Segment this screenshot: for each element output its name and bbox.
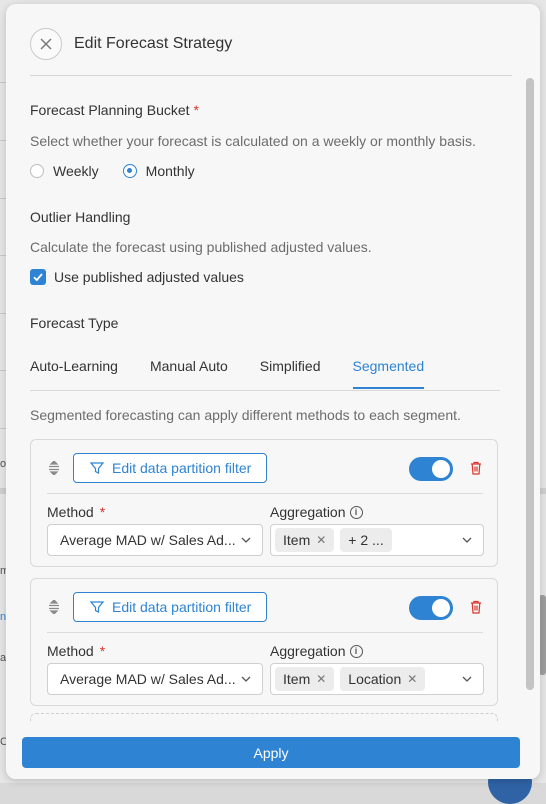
aggregation-label: Aggregation	[270, 504, 346, 520]
method-label: Method	[47, 504, 94, 520]
chevron-down-icon	[241, 537, 251, 543]
dialog-scrollbar[interactable]	[526, 78, 534, 690]
method-select[interactable]: Average MAD w/ Sales Ad...	[47, 524, 263, 556]
planning-bucket-label: Forecast Planning Bucket	[30, 102, 190, 118]
published-values-checkbox-row: Use published adjusted values	[30, 269, 268, 285]
segmented-description: Segmented forecasting can apply differen…	[30, 407, 461, 423]
header-divider	[30, 75, 512, 76]
trash-icon	[471, 461, 481, 475]
published-values-checkbox[interactable]	[30, 269, 46, 285]
chevron-down-icon	[462, 676, 472, 682]
method-value: Average MAD w/ Sales Ad...	[60, 671, 236, 687]
drag-handle-icon[interactable]	[48, 599, 60, 616]
filter-icon	[90, 601, 104, 613]
edit-partition-filter-button[interactable]: Edit data partition filter	[73, 592, 267, 622]
trash-icon	[471, 600, 481, 614]
segment-enabled-toggle[interactable]	[409, 457, 453, 481]
outlier-handling-description: Calculate the forecast using published a…	[30, 239, 372, 255]
dialog-footer: Apply	[6, 722, 540, 779]
remove-chip-icon[interactable]: ✕	[316, 533, 326, 547]
planning-bucket-radio-group: Weekly Monthly	[30, 163, 219, 179]
method-label-group: Method *	[47, 643, 105, 659]
tab-manual-auto[interactable]: Manual Auto	[150, 348, 228, 389]
tab-simplified[interactable]: Simplified	[260, 348, 321, 389]
segment-divider	[47, 632, 483, 633]
aggregation-label: Aggregation	[270, 643, 346, 659]
segment-card: Edit data partition filter Method * Aggre…	[30, 578, 498, 706]
edit-forecast-strategy-dialog: Edit Forecast Strategy Forecast Planning…	[6, 4, 540, 779]
dialog-header: Edit Forecast Strategy	[30, 26, 232, 62]
required-mark: *	[99, 643, 106, 659]
planning-bucket-description: Select whether your forecast is calculat…	[30, 133, 476, 149]
forecast-type-title: Forecast Type	[30, 315, 119, 331]
filter-icon	[90, 462, 104, 474]
remove-chip-icon[interactable]: ✕	[407, 672, 417, 686]
apply-button[interactable]: Apply	[22, 737, 520, 768]
chevron-down-icon	[241, 676, 251, 682]
check-icon	[33, 273, 43, 282]
aggregation-chip: Item ✕	[275, 528, 335, 552]
close-icon	[40, 38, 52, 50]
edit-partition-filter-label: Edit data partition filter	[112, 599, 252, 615]
aggregation-select[interactable]: Item ✕ + 2 ...	[270, 524, 484, 556]
aggregation-more-chip[interactable]: + 2 ...	[340, 528, 392, 552]
required-mark: *	[193, 102, 199, 118]
tab-auto-learning[interactable]: Auto-Learning	[30, 348, 118, 389]
segment-divider	[47, 493, 483, 494]
aggregation-more-label: + 2 ...	[348, 532, 384, 548]
aggregation-chip: Item ✕	[275, 667, 335, 691]
aggregation-chip-label: Item	[283, 532, 311, 548]
radio-weekly-label[interactable]: Weekly	[53, 163, 99, 179]
delete-segment-button[interactable]	[470, 461, 482, 480]
bg-scrollbar[interactable]	[539, 595, 546, 675]
method-select[interactable]: Average MAD w/ Sales Ad...	[47, 663, 263, 695]
aggregation-label-group: Aggregation i	[270, 504, 363, 520]
required-mark: *	[99, 504, 106, 520]
aggregation-select[interactable]: Item ✕ Location ✕	[270, 663, 484, 695]
segment-enabled-toggle[interactable]	[409, 596, 453, 620]
close-button[interactable]	[30, 28, 62, 60]
aggregation-label-group: Aggregation i	[270, 643, 363, 659]
published-values-label[interactable]: Use published adjusted values	[54, 269, 244, 285]
delete-segment-button[interactable]	[470, 600, 482, 619]
info-icon[interactable]: i	[349, 505, 363, 519]
forecast-type-tabs: Auto-Learning Manual Auto Simplified Seg…	[30, 348, 500, 391]
radio-monthly[interactable]	[122, 164, 137, 178]
chevron-down-icon	[462, 537, 472, 543]
method-value: Average MAD w/ Sales Ad...	[60, 532, 236, 548]
aggregation-chip-label: Item	[283, 671, 311, 687]
method-label-group: Method *	[47, 504, 105, 520]
planning-bucket-title: Forecast Planning Bucket *	[30, 102, 199, 118]
radio-weekly[interactable]	[30, 164, 44, 178]
aggregation-chip: Location ✕	[340, 667, 426, 691]
dialog-title: Edit Forecast Strategy	[74, 35, 233, 52]
edit-partition-filter-label: Edit data partition filter	[112, 460, 252, 476]
segment-card: Edit data partition filter Method * Aggre…	[30, 439, 498, 567]
tab-segmented[interactable]: Segmented	[352, 348, 424, 389]
info-icon[interactable]: i	[349, 644, 363, 658]
edit-partition-filter-button[interactable]: Edit data partition filter	[73, 453, 267, 483]
drag-handle-icon[interactable]	[48, 460, 60, 477]
radio-monthly-label[interactable]: Monthly	[146, 163, 195, 179]
outlier-handling-title: Outlier Handling	[30, 209, 131, 225]
method-label: Method	[47, 643, 94, 659]
aggregation-chip-label: Location	[348, 671, 402, 687]
remove-chip-icon[interactable]: ✕	[316, 672, 326, 686]
